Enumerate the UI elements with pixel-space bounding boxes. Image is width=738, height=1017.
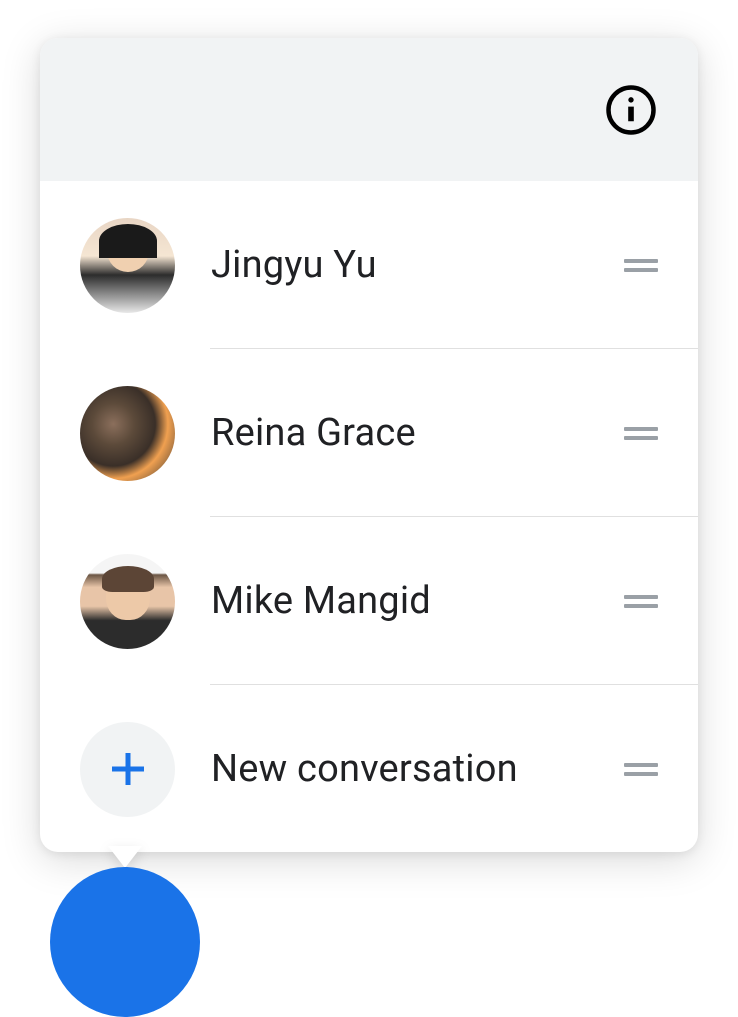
new-conversation-avatar <box>80 722 175 817</box>
conversations-list: Jingyu Yu Reina Grace Mike Mangid <box>40 181 698 852</box>
new-conversation-item[interactable]: New conversation <box>40 685 698 852</box>
conversation-item[interactable]: Reina Grace <box>40 349 698 517</box>
contact-name: Mike Mangid <box>211 579 624 623</box>
avatar <box>80 554 175 649</box>
fab-button[interactable] <box>50 867 200 1017</box>
conversation-item[interactable]: Mike Mangid <box>40 517 698 685</box>
plus-icon <box>104 745 152 793</box>
popup-header <box>40 38 698 181</box>
drag-handle-icon[interactable] <box>624 595 658 608</box>
avatar <box>80 386 175 481</box>
drag-handle-icon[interactable] <box>624 763 658 776</box>
conversation-item[interactable]: Jingyu Yu <box>40 181 698 349</box>
contact-name: Reina Grace <box>211 411 624 455</box>
conversations-popup: Jingyu Yu Reina Grace Mike Mangid <box>40 38 698 852</box>
info-icon <box>604 83 658 137</box>
popup-pointer <box>108 846 142 868</box>
drag-handle-icon[interactable] <box>624 427 658 440</box>
info-button[interactable] <box>604 83 658 137</box>
new-conversation-label: New conversation <box>211 747 624 791</box>
avatar <box>80 218 175 313</box>
drag-handle-icon[interactable] <box>624 259 658 272</box>
contact-name: Jingyu Yu <box>211 243 624 287</box>
